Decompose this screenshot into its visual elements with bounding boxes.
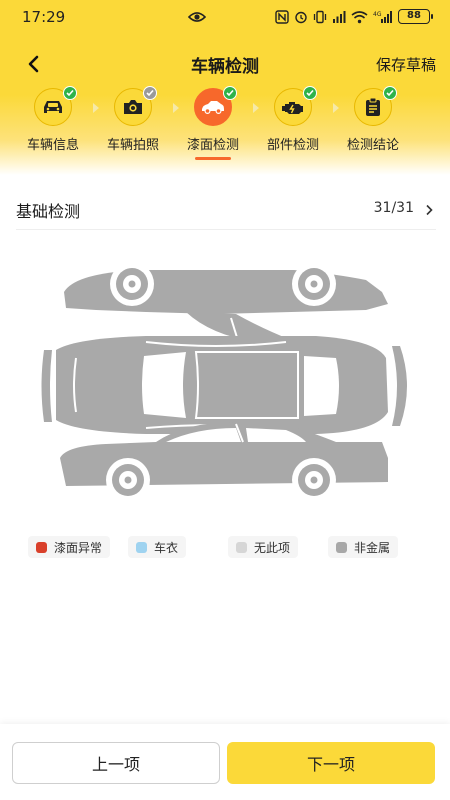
step-pending-check — [143, 86, 157, 100]
legend-swatch — [136, 541, 147, 553]
step-done-check — [63, 86, 77, 100]
legend-label: 车衣 — [154, 540, 179, 555]
step-circle — [34, 86, 77, 126]
progress-steps: 车辆信息 车辆拍照 漆面检测 部件检测 检测结论 — [0, 86, 450, 160]
status-icons: 4G 88 — [275, 9, 433, 24]
back-arrow-icon[interactable] — [20, 50, 48, 78]
next-button[interactable]: 下一项 — [227, 742, 435, 784]
section-title: 基础检测 — [16, 202, 81, 221]
status-bar: 17:29 4G 88 — [0, 0, 450, 36]
active-step-underline — [195, 157, 231, 160]
step-circle — [354, 86, 397, 126]
nav-bar: 车辆检测 保存草稿 — [0, 44, 450, 82]
wifi-icon — [351, 10, 368, 23]
step-circle — [194, 86, 237, 126]
step-conclusion[interactable]: 检测结论 — [333, 86, 413, 153]
legend-swatch — [336, 541, 347, 553]
basic-inspection-header[interactable]: 基础检测 31/31 — [16, 196, 436, 230]
engine-icon — [282, 102, 303, 114]
step-label: 部件检测 — [266, 138, 319, 153]
legend-swatch — [36, 541, 47, 553]
step-paint-inspection[interactable]: 漆面检测 — [173, 86, 253, 160]
svg-text:4G: 4G — [373, 11, 382, 18]
step-label: 检测结论 — [346, 138, 399, 153]
check-icon — [66, 89, 74, 97]
car-top-view[interactable] — [36, 336, 407, 434]
camera-icon — [124, 100, 142, 114]
save-draft-button[interactable]: 保存草稿 — [376, 54, 436, 75]
step-label: 车辆拍照 — [106, 138, 159, 153]
cellular-icon: 4G — [373, 10, 392, 23]
nfc-icon — [275, 9, 289, 24]
car-paint-icon — [202, 101, 224, 115]
legend-label: 漆面异常 — [54, 540, 103, 555]
step-label: 漆面检测 — [186, 138, 239, 153]
car-paint-diagram[interactable] — [36, 262, 416, 502]
step-done-check — [303, 86, 317, 100]
legend-swatch — [236, 541, 247, 553]
check-icon — [226, 89, 234, 97]
alarm-icon — [295, 11, 307, 23]
step-circle — [114, 86, 157, 126]
chevron-right-icon — [426, 204, 433, 216]
vibrate-icon — [313, 10, 327, 23]
legend-item-not-applicable: 无此项 — [228, 536, 299, 558]
legend-label: 非金属 — [354, 540, 391, 555]
car-right-side-panel[interactable] — [60, 422, 388, 502]
previous-button[interactable]: 上一项 — [12, 742, 220, 784]
legend-item-car-wrap: 车衣 — [128, 536, 187, 558]
step-parts-inspection[interactable]: 部件检测 — [253, 86, 333, 153]
bottom-action-bar: 上一项 下一项 — [0, 724, 450, 800]
legend-item-paint-abnormal: 漆面异常 — [28, 536, 111, 558]
step-vehicle-info[interactable]: 车辆信息 — [13, 86, 93, 153]
inspection-count: 31/31 — [373, 200, 414, 216]
step-vehicle-photos[interactable]: 车辆拍照 — [93, 86, 173, 153]
step-done-check — [383, 86, 397, 100]
clipboard-icon — [366, 97, 380, 116]
color-legend: 漆面异常 车衣 无此项 非金属 — [28, 536, 428, 560]
check-icon — [146, 89, 154, 97]
legend-label: 无此项 — [254, 540, 291, 555]
car-front-icon — [44, 101, 62, 113]
step-done-check — [223, 86, 237, 100]
legend-item-non-metal: 非金属 — [328, 536, 399, 558]
step-circle — [274, 86, 317, 126]
check-icon — [306, 89, 314, 97]
step-label: 车辆信息 — [26, 138, 79, 153]
battery-indicator: 88 — [398, 9, 433, 24]
check-icon — [386, 89, 394, 97]
car-left-side-panel[interactable] — [64, 262, 388, 345]
signal-icon — [333, 10, 346, 23]
eye-icon — [188, 12, 206, 22]
status-time: 17:29 — [22, 8, 66, 26]
